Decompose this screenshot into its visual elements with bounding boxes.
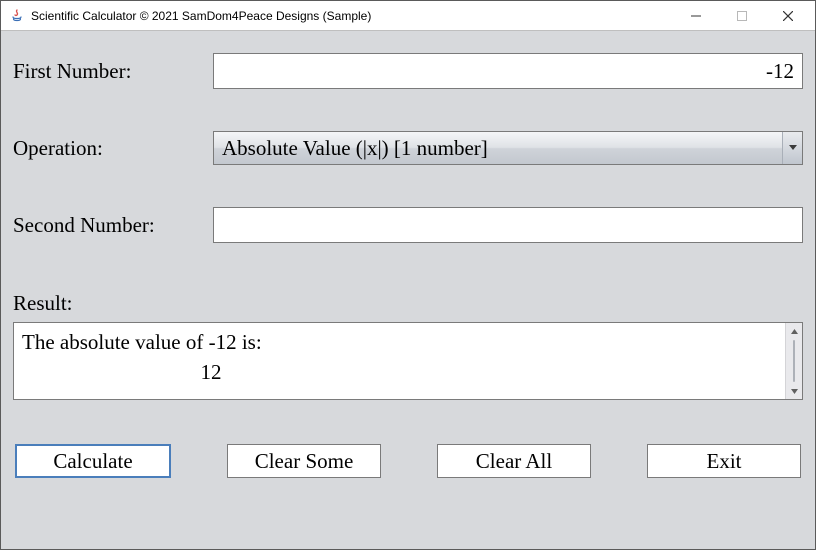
app-window: Scientific Calculator © 2021 SamDom4Peac… xyxy=(0,0,816,550)
scroll-down-icon[interactable] xyxy=(786,383,802,399)
chevron-down-icon[interactable] xyxy=(782,132,802,164)
calculate-button[interactable]: Calculate xyxy=(15,444,171,478)
first-number-input[interactable] xyxy=(213,53,803,89)
second-number-row: Second Number: xyxy=(13,207,803,243)
window-title: Scientific Calculator © 2021 SamDom4Peac… xyxy=(31,9,371,23)
exit-button[interactable]: Exit xyxy=(647,444,801,478)
second-number-label: Second Number: xyxy=(13,213,213,238)
result-scrollbar[interactable] xyxy=(785,323,802,399)
operation-selected-text: Absolute Value (|x|) [1 number] xyxy=(222,136,488,161)
button-row: Calculate Clear Some Clear All Exit xyxy=(13,444,803,478)
result-area: The absolute value of -12 is: 12 xyxy=(13,322,803,400)
scroll-thumb[interactable] xyxy=(793,340,795,382)
first-number-label: First Number: xyxy=(13,59,213,84)
minimize-button[interactable] xyxy=(673,1,719,31)
operation-label: Operation: xyxy=(13,136,213,161)
content-panel: First Number: Operation: Absolute Value … xyxy=(1,31,815,549)
maximize-button[interactable] xyxy=(719,1,765,31)
titlebar: Scientific Calculator © 2021 SamDom4Peac… xyxy=(1,1,815,31)
scroll-up-icon[interactable] xyxy=(786,323,802,339)
first-number-row: First Number: xyxy=(13,53,803,89)
result-textarea[interactable]: The absolute value of -12 is: 12 xyxy=(14,323,785,399)
operation-row: Operation: Absolute Value (|x|) [1 numbe… xyxy=(13,131,803,165)
clear-all-button[interactable]: Clear All xyxy=(437,444,591,478)
close-button[interactable] xyxy=(765,1,811,31)
result-label: Result: xyxy=(13,291,213,316)
second-number-input[interactable] xyxy=(213,207,803,243)
java-icon xyxy=(9,8,25,24)
clear-some-button[interactable]: Clear Some xyxy=(227,444,381,478)
operation-combo[interactable]: Absolute Value (|x|) [1 number] xyxy=(213,131,803,165)
